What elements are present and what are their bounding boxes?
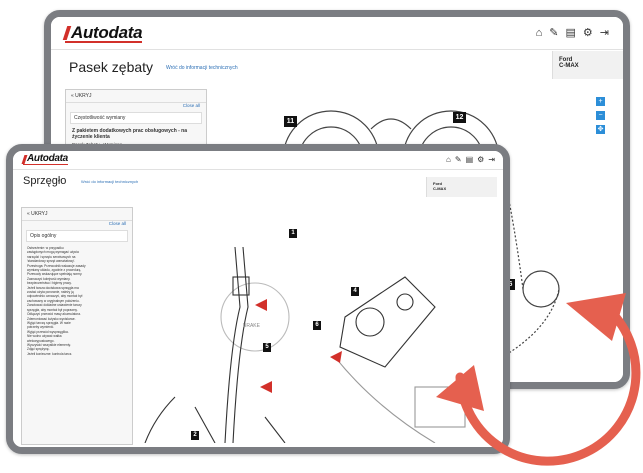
callout-6: 6	[313, 321, 321, 330]
panel-heading: Z pakietem dodatkowych prac obsługowych …	[72, 128, 188, 140]
instruction-line: Jeżeli konieczne: kontrola tarcz.	[27, 351, 73, 356]
vehicle-model: C-MAX	[433, 186, 447, 191]
close-all-link[interactable]: Close all	[22, 221, 132, 226]
back-to-technical-info-link[interactable]: Wróć do informacji technicznych	[81, 179, 138, 184]
document-icon[interactable]: ▤	[566, 27, 576, 39]
page-title: Pasek zębaty	[69, 59, 154, 75]
refresh-arrow-icon	[436, 293, 641, 466]
info-panel: « UKRYJ Close all Opis ogólny Ostrzeżeni…	[21, 207, 133, 445]
document-icon[interactable]: ▤	[466, 155, 474, 164]
home-icon[interactable]: ⌂	[536, 27, 543, 39]
callout-4: 4	[351, 287, 359, 296]
instructions-list: Ostrzeżenie: w przypadku zastąpionych mog…	[22, 246, 132, 356]
hide-panel-toggle[interactable]: « UKRYJ	[66, 90, 206, 103]
reset-view-icon[interactable]: ✥	[596, 125, 605, 134]
vehicle-selector[interactable]: Ford C-MAX	[426, 177, 497, 197]
callout-12: 12	[453, 112, 466, 123]
gear-icon[interactable]: ⚙	[583, 27, 593, 39]
hide-panel-toggle[interactable]: « UKRYJ	[22, 208, 132, 221]
top-bar: Autodata ⌂ ✎ ▤ ⚙ ⇥	[51, 17, 623, 50]
logout-icon[interactable]: ⇥	[488, 155, 495, 164]
wrench-icon[interactable]: ✎	[549, 27, 558, 39]
callout-2: 2	[191, 431, 199, 440]
page-title: Sprzęgło	[23, 175, 67, 187]
top-bar: Autodata ⌂ ✎ ▤ ⚙ ⇥	[13, 151, 503, 170]
autodata-logo: Autodata	[23, 154, 68, 165]
zoom-controls: + − ✥	[596, 97, 605, 134]
svg-text:BRAKE: BRAKE	[243, 323, 261, 329]
autodata-logo: Autodata	[65, 24, 143, 43]
zoom-in-icon[interactable]: +	[596, 97, 605, 106]
back-to-technical-info-link[interactable]: Wróć do informacji technicznych	[166, 65, 238, 71]
section-header[interactable]: Opis ogólny	[26, 230, 128, 242]
callout-5: 5	[263, 343, 271, 352]
callout-11: 11	[284, 116, 297, 127]
vehicle-selector[interactable]: Ford C-MAX	[552, 51, 623, 79]
zoom-out-icon[interactable]: −	[596, 111, 605, 120]
logout-icon[interactable]: ⇥	[600, 27, 609, 39]
close-all-link[interactable]: Close all	[66, 103, 206, 108]
wrench-icon[interactable]: ✎	[455, 155, 462, 164]
vehicle-model: C-MAX	[559, 63, 579, 69]
section-header[interactable]: Częstotliwość wymiany	[70, 112, 202, 124]
gear-icon[interactable]: ⚙	[477, 155, 484, 164]
toolbar-icons: ⌂ ✎ ▤ ⚙ ⇥	[536, 27, 609, 39]
toolbar-icons: ⌂ ✎ ▤ ⚙ ⇥	[446, 155, 495, 164]
callout-1: 1	[289, 229, 297, 238]
home-icon[interactable]: ⌂	[446, 155, 451, 164]
